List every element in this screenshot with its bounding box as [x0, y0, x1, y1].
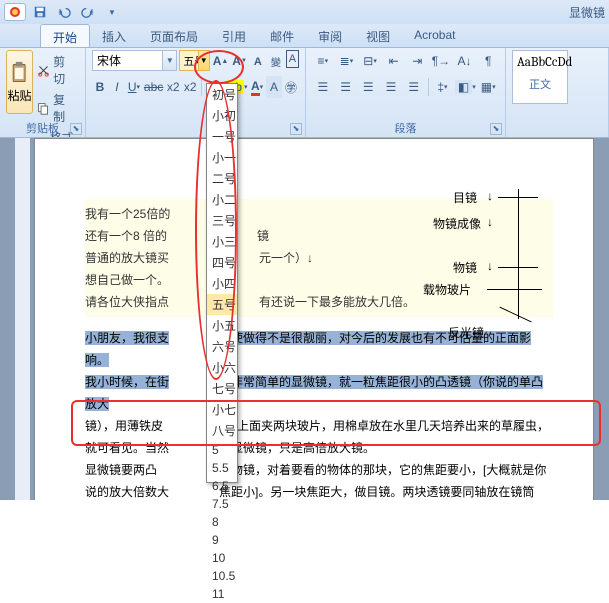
bullets-button[interactable]: ≡▾	[312, 50, 334, 72]
font-size-option[interactable]: 9	[207, 531, 237, 549]
font-size-option[interactable]: 五号	[207, 294, 237, 315]
group-paragraph: ≡▾ ≣▾ ⊟▾ ⇤ ⇥ ¶→ A↓ ¶ ☰ ☰ ☰ ☰ ☰ ‡▾ ◧▾ ▦▾ …	[306, 48, 506, 137]
tab-home[interactable]: 开始	[40, 24, 90, 47]
ribbon: 粘贴 剪切 复制 格式刷 剪贴板 ⬊ 宋体 ▼ 五号 ▼ A▲ A▼ A 變 A	[0, 48, 609, 138]
font-size-option[interactable]: 10	[207, 549, 237, 567]
ribbon-tabs: 开始 插入 页面布局 引用 邮件 审阅 视图 Acrobat	[0, 24, 609, 48]
qat-redo-icon[interactable]	[77, 3, 99, 21]
font-size-option[interactable]: 初号	[207, 84, 237, 105]
page: 我有一个25倍的 还有一个8 倍的镜 普通的放大镜买元一个）↓ 想自己做一个。 …	[34, 138, 594, 500]
tab-acrobat[interactable]: Acrobat	[402, 24, 467, 47]
font-size-option[interactable]: 小一	[207, 147, 237, 168]
title-bar: ▼ 显微镜	[0, 0, 609, 24]
qat-customize-icon[interactable]: ▼	[101, 3, 123, 21]
chevron-down-icon[interactable]: ▼	[198, 51, 209, 70]
title-text: 显微镜	[569, 4, 605, 21]
clipboard-launcher-icon[interactable]: ⬊	[70, 123, 82, 135]
font-size-option[interactable]: 6.5	[207, 477, 237, 495]
increase-indent-button[interactable]: ⇥	[407, 50, 429, 72]
align-left-button[interactable]: ☰	[312, 76, 334, 98]
font-launcher-icon[interactable]: ⬊	[290, 123, 302, 135]
chevron-down-icon[interactable]: ▼	[162, 51, 176, 70]
tab-mailings[interactable]: 邮件	[258, 24, 306, 47]
paragraph-group-label: 段落	[306, 120, 505, 136]
style-name: 正文	[517, 76, 563, 92]
grow-font-button[interactable]: A▲	[212, 50, 230, 72]
ltr-button[interactable]: ¶→	[430, 50, 452, 72]
font-size-option[interactable]: 八号	[207, 420, 237, 441]
sort-button[interactable]: A↓	[454, 50, 476, 72]
cut-button[interactable]: 剪切	[35, 52, 79, 88]
font-size-option[interactable]: 5	[207, 441, 237, 459]
font-size-option[interactable]: 7.5	[207, 495, 237, 513]
font-size-option[interactable]: 小初	[207, 105, 237, 126]
enclose-char-button[interactable]: ㊫	[283, 76, 299, 98]
font-size-option[interactable]: 四号	[207, 252, 237, 273]
font-size-option[interactable]: 小五	[207, 315, 237, 336]
italic-button[interactable]: I	[109, 76, 125, 98]
paste-button[interactable]: 粘贴	[6, 50, 33, 114]
align-right-button[interactable]: ☰	[357, 76, 379, 98]
tab-references[interactable]: 引用	[210, 24, 258, 47]
shading-button[interactable]: ◧▾	[454, 76, 476, 98]
char-border-button[interactable]: A	[286, 50, 299, 68]
tab-review[interactable]: 审阅	[306, 24, 354, 47]
phonetic-button[interactable]: 變	[268, 50, 284, 72]
subscript-button[interactable]: x2	[165, 76, 181, 98]
multilevel-button[interactable]: ⊟▾	[359, 50, 381, 72]
font-color-button[interactable]: A▾	[249, 76, 265, 98]
font-size-option[interactable]: 8	[207, 513, 237, 531]
paste-label: 粘贴	[8, 87, 32, 104]
paragraph-launcher-icon[interactable]: ⬊	[490, 123, 502, 135]
underline-button[interactable]: U▾	[126, 76, 142, 98]
font-name-combo[interactable]: 宋体 ▼	[92, 50, 177, 71]
font-size-combo[interactable]: 五号 ▼	[179, 50, 209, 71]
show-marks-button[interactable]: ¶	[477, 50, 499, 72]
bold-button[interactable]: B	[92, 76, 108, 98]
font-size-option[interactable]: 七号	[207, 378, 237, 399]
page-content[interactable]: 我有一个25倍的 还有一个8 倍的镜 普通的放大镜买元一个）↓ 想自己做一个。 …	[35, 139, 593, 500]
font-size-option[interactable]: 小二	[207, 189, 237, 210]
superscript-button[interactable]: x2	[182, 76, 198, 98]
tab-layout[interactable]: 页面布局	[138, 24, 210, 47]
line-spacing-button[interactable]: ‡▾	[432, 76, 454, 98]
font-size-option[interactable]: 二号	[207, 168, 237, 189]
tab-view[interactable]: 视图	[354, 24, 402, 47]
document-viewport: 我有一个25倍的 还有一个8 倍的镜 普通的放大镜买元一个）↓ 想自己做一个。 …	[0, 138, 609, 500]
qat-save-icon[interactable]	[29, 3, 51, 21]
borders-button[interactable]: ▦▾	[477, 76, 499, 98]
font-size-option[interactable]: 六号	[207, 336, 237, 357]
group-clipboard: 粘贴 剪切 复制 格式刷 剪贴板 ⬊	[0, 48, 86, 137]
decrease-indent-button[interactable]: ⇤	[383, 50, 405, 72]
group-styles: AaBbCcDd 正文	[506, 48, 609, 137]
numbering-button[interactable]: ≣▾	[336, 50, 358, 72]
font-size-option[interactable]: 小三	[207, 231, 237, 252]
char-shading-button[interactable]: A	[266, 76, 282, 98]
font-name-value: 宋体	[97, 52, 121, 69]
font-size-dropdown[interactable]: 初号小初一号小一二号小二三号小三四号小四五号小五六号小六七号小七八号55.56.…	[206, 83, 238, 483]
align-center-button[interactable]: ☰	[335, 76, 357, 98]
clear-format-button[interactable]: A	[250, 50, 266, 72]
shrink-font-button[interactable]: A▼	[231, 50, 248, 72]
font-size-option[interactable]: 小七	[207, 399, 237, 420]
font-size-option[interactable]: 小四	[207, 273, 237, 294]
distribute-button[interactable]: ☰	[403, 76, 425, 98]
font-size-option[interactable]: 10.5	[207, 567, 237, 585]
font-size-option[interactable]: 小六	[207, 357, 237, 378]
font-size-option[interactable]: 一号	[207, 126, 237, 147]
justify-button[interactable]: ☰	[380, 76, 402, 98]
style-sample: AaBbCcDd	[517, 55, 563, 70]
vertical-ruler	[15, 138, 30, 500]
style-normal[interactable]: AaBbCcDd 正文	[512, 50, 568, 104]
font-size-option[interactable]: 三号	[207, 210, 237, 231]
strike-button[interactable]: abc	[143, 76, 164, 98]
qat-undo-icon[interactable]	[53, 3, 75, 21]
font-size-option[interactable]: 11	[207, 585, 237, 603]
group-font: 宋体 ▼ 五号 ▼ A▲ A▼ A 變 A B I U▾ abc x2 x2 A…	[86, 48, 306, 137]
office-button[interactable]	[4, 3, 26, 21]
tab-insert[interactable]: 插入	[90, 24, 138, 47]
font-size-option[interactable]: 5.5	[207, 459, 237, 477]
